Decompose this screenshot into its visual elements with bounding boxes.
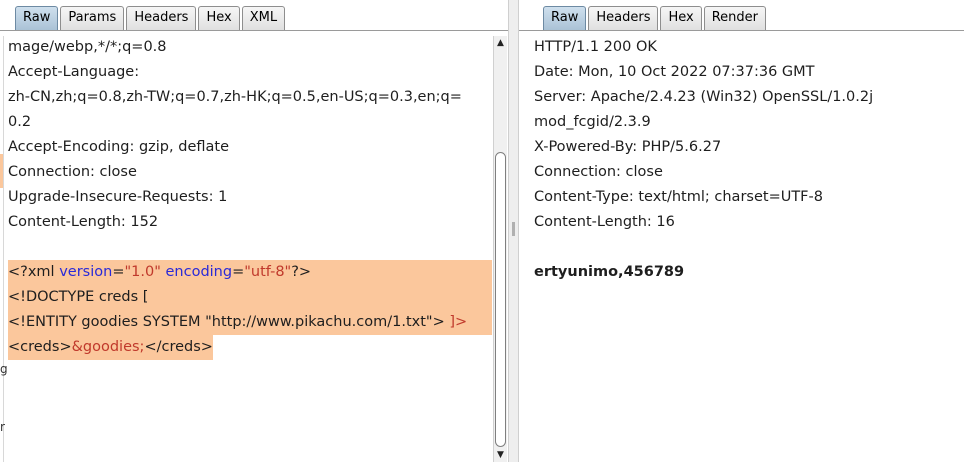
xml-decl-open: <?xml: [8, 264, 60, 280]
request-header-line: Content-Length: 152: [8, 214, 159, 230]
xml-doctype-line: <!DOCTYPE creds [: [8, 285, 492, 310]
xml-version-value: "1.0": [124, 264, 161, 280]
response-header-line: Connection: close: [534, 164, 663, 180]
request-scrollbar[interactable]: ▲ ▼: [493, 36, 507, 462]
response-tab-hex[interactable]: Hex: [660, 6, 702, 30]
response-header-line: mod_fcgid/2.3.9: [534, 114, 651, 130]
response-header-line: HTTP/1.1 200 OK: [534, 39, 657, 55]
xml-entity-declaration: <!ENTITY goodies SYSTEM "http://www.pika…: [8, 314, 450, 330]
request-tabbar: Raw Params Headers Hex XML: [15, 5, 287, 30]
xml-creds-close: </creds>: [144, 339, 213, 355]
request-tab-params[interactable]: Params: [60, 6, 125, 30]
xml-creds-line: <creds>&goodies;</creds>: [8, 335, 492, 360]
request-header-line: mage/webp,*/*;q=0.8: [8, 39, 167, 55]
request-tab-raw[interactable]: Raw: [15, 6, 59, 30]
request-editor[interactable]: mage/webp,*/*;q=0.8 Accept-Language: zh-…: [8, 35, 492, 360]
request-header-line: 0.2: [8, 114, 32, 130]
xml-declaration-line: <?xml version="1.0" encoding="utf-8"?>: [8, 260, 492, 285]
request-tab-xml[interactable]: XML: [241, 6, 286, 30]
xml-creds-highlight: <creds>&goodies;</creds>: [8, 335, 213, 360]
request-header-line: zh-CN,zh;q=0.8,zh-TW;q=0.7,zh-HK;q=0.5,e…: [8, 89, 462, 105]
request-header-line: Upgrade-Insecure-Requests: 1: [8, 189, 228, 205]
xml-version-attr: version: [59, 264, 113, 280]
xml-doctype-close: ]>: [449, 314, 468, 330]
xml-encoding-value: "utf-8": [244, 264, 292, 280]
left-edge-line: [3, 36, 4, 462]
triangle-down-icon[interactable]: ▼: [494, 448, 507, 462]
response-header-line: Content-Length: 16: [534, 214, 675, 230]
request-tab-headers[interactable]: Headers: [126, 6, 197, 30]
splitter-grip-icon[interactable]: [512, 222, 515, 236]
triangle-up-icon[interactable]: ▲: [494, 36, 507, 50]
response-tab-render[interactable]: Render: [703, 6, 766, 30]
response-viewer[interactable]: HTTP/1.1 200 OK Date: Mon, 10 Oct 2022 0…: [534, 35, 959, 285]
xml-creds-open: <creds>: [8, 339, 72, 355]
response-body: ertyunimo,456789: [534, 264, 685, 280]
request-tabbar-divider: [0, 30, 508, 31]
response-tabbar-divider: [519, 30, 964, 31]
response-header-line: Content-Type: text/html; charset=UTF-8: [534, 189, 823, 205]
xml-equals: =: [232, 264, 245, 280]
xml-entity-reference: &goodies;: [71, 339, 145, 355]
xml-equals: =: [112, 264, 125, 280]
request-header-line: Accept-Language:: [8, 64, 140, 80]
request-header-line: Accept-Encoding: gzip, deflate: [8, 139, 229, 155]
xml-entity-line: <!ENTITY goodies SYSTEM "http://www.pika…: [8, 310, 492, 335]
request-header-line: Connection: close: [8, 164, 137, 180]
response-header-line: Date: Mon, 10 Oct 2022 07:37:36 GMT: [534, 64, 815, 80]
xml-decl-close: ?>: [291, 264, 312, 280]
request-scrollbar-thumb[interactable]: [495, 152, 506, 447]
edge-glyph: r: [0, 420, 5, 434]
edge-glyph: g: [0, 362, 8, 376]
response-tab-headers[interactable]: Headers: [588, 6, 659, 30]
response-tabbar: Raw Headers Hex Render: [543, 5, 768, 30]
request-tab-hex[interactable]: Hex: [198, 6, 240, 30]
response-header-line: Server: Apache/2.4.23 (Win32) OpenSSL/1.…: [534, 89, 874, 105]
response-tab-raw[interactable]: Raw: [543, 6, 587, 30]
pane-splitter[interactable]: [508, 0, 519, 462]
response-header-line: X-Powered-By: PHP/5.6.27: [534, 139, 722, 155]
xml-encoding-attr: encoding: [165, 264, 233, 280]
